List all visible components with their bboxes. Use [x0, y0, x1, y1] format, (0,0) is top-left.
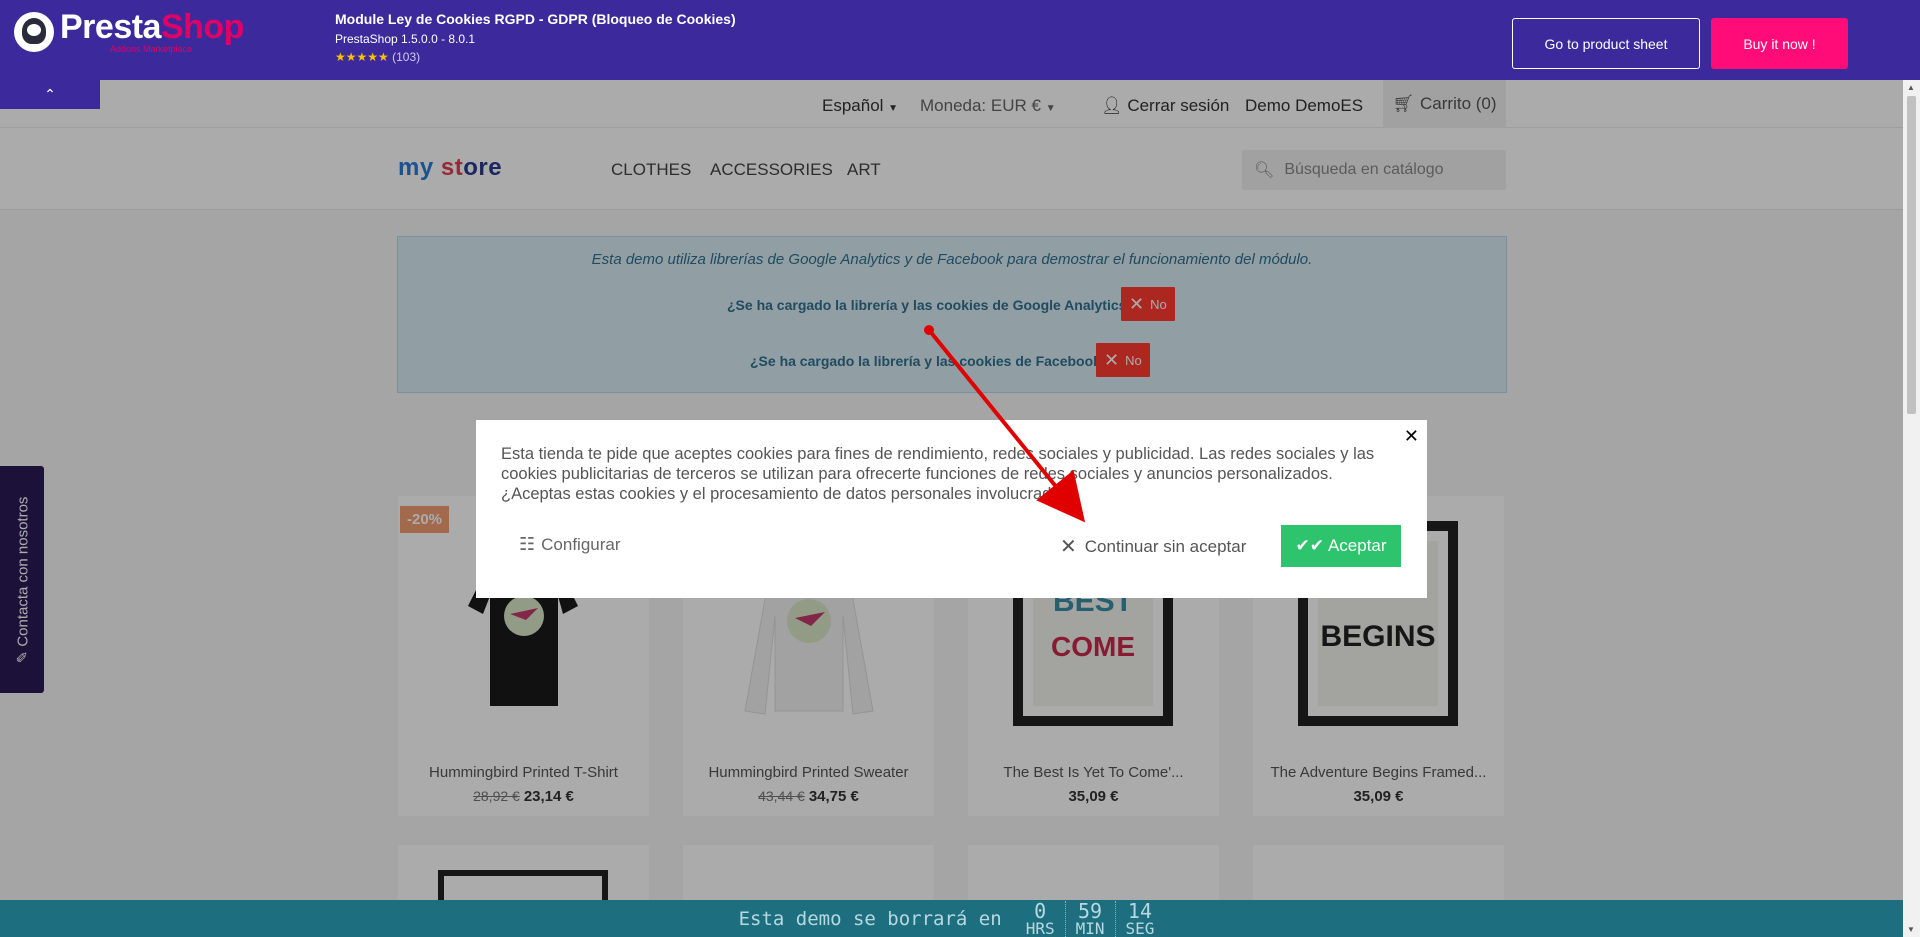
double-check-icon: ✔✔ — [1295, 536, 1324, 555]
countdown-hours: 0 HRS — [1025, 898, 1055, 937]
scroll-down-arrow-icon[interactable]: ▼ — [1907, 925, 1915, 934]
collapse-header-button[interactable]: ⌃ — [0, 80, 100, 109]
rating-stars-icon: ★★★★★ — [335, 50, 389, 64]
scrollbar-thumb[interactable] — [1907, 96, 1916, 414]
sliders-icon: ☷ — [519, 534, 536, 554]
prestashop-logo[interactable]: PrestaShop Addons Marketplace — [14, 10, 244, 54]
product-version: PrestaShop 1.5.0.0 - 8.0.1 — [335, 32, 476, 46]
page-scrollbar[interactable]: ▲ ▼ — [1903, 80, 1920, 937]
scroll-up-arrow-icon[interactable]: ▲ — [1907, 83, 1915, 92]
go-to-product-sheet-button[interactable]: Go to product sheet — [1512, 18, 1700, 69]
demo-countdown-bar: Esta demo se borrará en 0 HRS 59 MIN 14 SEG — [0, 900, 1903, 937]
product-info: Module Ley de Cookies RGPD - GDPR (Bloqu… — [335, 11, 736, 64]
continue-without-accepting-button[interactable]: ✕ Continuar sin aceptar — [1060, 534, 1246, 559]
logo-subtitle: Addons Marketplace — [110, 44, 193, 54]
configure-button[interactable]: ☷ Configurar — [519, 534, 621, 555]
close-icon[interactable]: ✕ — [1404, 426, 1419, 447]
cookie-consent-modal: ✕ Esta tienda te pide que aceptes cookie… — [476, 420, 1427, 598]
addons-header: PrestaShop Addons Marketplace Module Ley… — [0, 0, 1920, 80]
rating-count: (103) — [392, 50, 421, 64]
product-rating: ★★★★★ (103) — [335, 50, 736, 64]
countdown-minutes: 59 MIN — [1064, 900, 1115, 937]
product-title: Module Ley de Cookies RGPD - GDPR (Bloqu… — [335, 11, 736, 27]
close-icon: ✕ — [1060, 536, 1077, 558]
cookie-consent-text: Esta tienda te pide que aceptes cookies … — [501, 445, 1375, 503]
countdown-label: Esta demo se borrará en — [738, 907, 1002, 930]
chevron-up-icon: ⌃ — [44, 86, 56, 102]
accept-button[interactable]: ✔✔ Aceptar — [1281, 525, 1401, 567]
puffin-logo-icon — [14, 12, 54, 52]
countdown-seconds: 14 SEG — [1114, 900, 1165, 937]
buy-it-now-button[interactable]: Buy it now ! — [1711, 18, 1848, 69]
logo-wordmark: PrestaShop — [60, 8, 244, 46]
